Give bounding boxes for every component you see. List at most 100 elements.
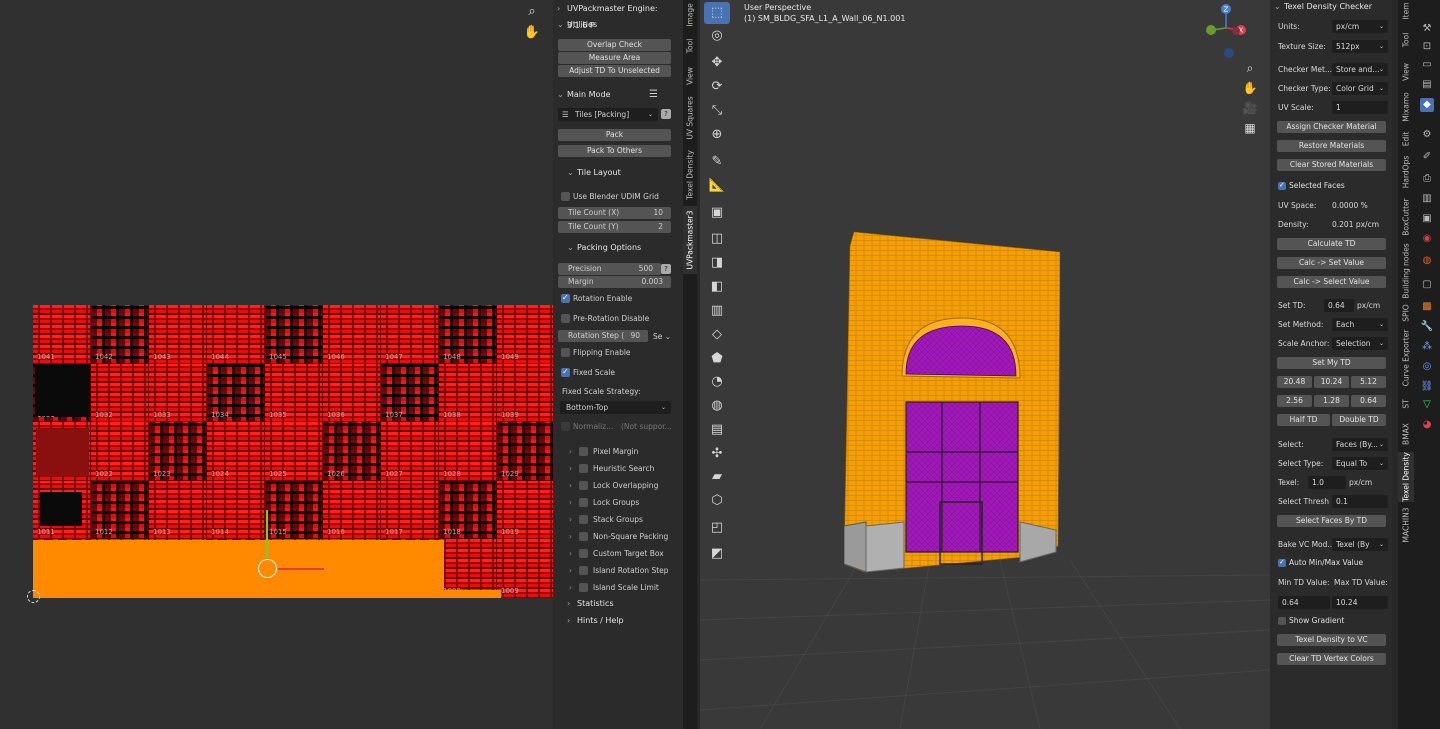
tab-hardops[interactable]: HardOps xyxy=(1398,153,1414,191)
subpanel-checkbox[interactable] xyxy=(579,549,588,558)
restore-materials-button[interactable]: Restore Materials xyxy=(1277,140,1386,152)
checker-method-select[interactable]: Store and... ⌄ xyxy=(1332,63,1388,76)
max-td-field[interactable]: 10.24 xyxy=(1332,596,1388,609)
camera-icon[interactable]: 🎥 xyxy=(1240,98,1260,118)
main-mode-header[interactable]: ⌄ Main Mode xyxy=(553,86,677,103)
bevel-tool-icon[interactable]: ◧ xyxy=(704,276,730,298)
measure-tool-icon[interactable]: 📐 xyxy=(704,175,730,197)
edge-slide-tool-icon[interactable]: ▤ xyxy=(704,419,730,441)
rotate-tool-icon[interactable]: ⟳ xyxy=(704,76,730,98)
particles-icon[interactable]: ⁂ xyxy=(1420,340,1434,354)
subpanel-island-scale-limit[interactable]: › Island Scale Limit xyxy=(569,582,659,594)
world-props-icon[interactable]: ◍ xyxy=(1420,254,1434,268)
uv-scale-field[interactable]: 1 xyxy=(1332,101,1388,114)
tab-tool[interactable]: Tool xyxy=(683,32,697,60)
rotation-enable-checkbox[interactable]: Rotation Enable xyxy=(561,292,632,305)
output-props-icon[interactable]: ▥ xyxy=(1420,192,1434,206)
checker-type-select[interactable]: Color Grid ⌄ xyxy=(1332,82,1388,95)
knife-tool-icon[interactable]: ◇ xyxy=(704,324,730,346)
subpanel-checkbox[interactable] xyxy=(579,532,588,541)
rip-tool-icon[interactable]: ⬡ xyxy=(704,490,730,512)
calc-set-value-button[interactable]: Calc -> Set Value xyxy=(1277,257,1386,269)
tab-uv-squares[interactable]: UV Squares xyxy=(683,92,697,144)
fixed-scale-checkbox[interactable]: Fixed Scale xyxy=(561,366,615,379)
zoom-icon[interactable]: ⌕ xyxy=(523,3,541,21)
subpanel-lock-overlapping[interactable]: › Lock Overlapping xyxy=(569,480,658,492)
tab-bmax[interactable]: BMAX xyxy=(1398,419,1414,449)
tab-view[interactable]: View xyxy=(683,62,697,90)
axis-gizmo[interactable]: Z X xyxy=(1200,2,1250,60)
subpanel-checkbox[interactable] xyxy=(579,583,588,592)
overlap-check-button[interactable]: Overlap Check xyxy=(558,39,671,51)
output-icon[interactable]: ▭ xyxy=(1420,58,1434,72)
tab-curve-exporter[interactable]: Curve Exporter xyxy=(1398,327,1414,389)
subpanel-custom-target-box[interactable]: › Custom Target Box xyxy=(569,548,664,560)
tab-machin3[interactable]: MACHIN3 xyxy=(1398,505,1414,545)
strategy-select[interactable]: Bottom-Top ⌄ xyxy=(560,401,671,414)
list-icon[interactable]: ☰ xyxy=(649,89,658,100)
tab-item[interactable]: Item xyxy=(1398,0,1414,22)
image-icon[interactable]: ▣ xyxy=(1420,212,1434,226)
3d-viewport[interactable]: ⬚ ◎ ✥ ⟳ ⤡ ⊕ ✎ 📐 ▣ ◫ ◨ ◧ ▥ ◇ ⬟ ◔ ◍ ▤ ✣ ▰ … xyxy=(700,0,1270,729)
hand-icon[interactable]: ✋ xyxy=(1240,78,1260,98)
smooth-tool-icon[interactable]: ◍ xyxy=(704,395,730,417)
selected-faces-checkbox[interactable]: Selected Faces xyxy=(1278,179,1345,192)
move-tool-icon[interactable]: ✥ xyxy=(704,52,730,74)
uv-island-detail[interactable] xyxy=(36,428,89,476)
tile-count-x-field[interactable]: Tile Count (X) 10 xyxy=(558,207,671,219)
subpanel-checkbox[interactable] xyxy=(579,481,588,490)
tab-image[interactable]: Image xyxy=(683,0,697,30)
normalize-checkbox[interactable]: Normaliz... xyxy=(561,421,613,433)
preset-0-64-button[interactable]: 0.64 xyxy=(1351,395,1386,407)
preset-2-56-button[interactable]: 2.56 xyxy=(1277,395,1312,407)
calc-select-value-button[interactable]: Calc -> Select Value xyxy=(1277,276,1386,288)
gizmo-y-axis[interactable] xyxy=(266,510,268,558)
spin-tool-icon[interactable]: ◔ xyxy=(704,371,730,393)
printer-icon[interactable]: ⎙ xyxy=(1420,172,1434,186)
cursor-tool-icon[interactable]: ◎ xyxy=(704,25,730,47)
packing-options-header[interactable]: ⌄ Packing Options xyxy=(563,239,687,256)
rotation-step-field[interactable]: Rotation Step (90 xyxy=(558,330,648,342)
pack-button[interactable]: Pack xyxy=(558,129,671,141)
preset-1-28-button[interactable]: 1.28 xyxy=(1314,395,1349,407)
hand-icon[interactable]: ✋ xyxy=(523,24,541,42)
uv-island-orange-strip[interactable] xyxy=(33,590,501,598)
bisect-tool-icon[interactable]: ◩ xyxy=(704,543,730,565)
utilities-header[interactable]: ⌄ Utilities xyxy=(553,16,677,33)
half-td-button[interactable]: Half TD xyxy=(1277,414,1330,426)
subpanel-checkbox[interactable] xyxy=(579,566,588,575)
hints-header[interactable]: › Hints / Help xyxy=(563,612,687,629)
brush-icon[interactable]: ✐ xyxy=(1420,150,1434,164)
subpanel-checkbox[interactable] xyxy=(579,498,588,507)
gizmo-x-axis[interactable] xyxy=(278,568,324,570)
gizmo-center[interactable] xyxy=(258,559,277,578)
select-mode-select[interactable]: Faces (By... ⌄ xyxy=(1332,438,1388,451)
td-to-vc-button[interactable]: Texel Density to VC xyxy=(1277,634,1386,646)
auto-minmax-checkbox[interactable]: Auto Min/Max Value xyxy=(1278,556,1363,569)
show-gradient-checkbox[interactable]: Show Gradient xyxy=(1278,615,1344,627)
clear-stored-button[interactable]: Clear Stored Materials xyxy=(1277,159,1386,171)
data-icon[interactable]: ▽ xyxy=(1420,398,1434,412)
flipping-checkbox[interactable]: Flipping Enable xyxy=(561,347,631,359)
tile-layout-header[interactable]: ⌄ Tile Layout xyxy=(563,164,687,181)
subpanel-non-square-packing[interactable]: › Non-Square Packing xyxy=(569,531,668,543)
mode-select[interactable]: ☰ Tiles [Packing] ⌄ xyxy=(558,108,658,121)
double-td-button[interactable]: Double TD xyxy=(1332,414,1386,426)
world-icon[interactable]: ⚙ xyxy=(1420,128,1434,142)
shear-tool-icon[interactable]: ▰ xyxy=(704,466,730,488)
building-mesh[interactable] xyxy=(844,226,1060,582)
subpanel-pixel-margin[interactable]: › Pixel Margin xyxy=(569,446,638,458)
render-icon[interactable]: ⊡ xyxy=(1420,40,1434,54)
material-icon[interactable]: ◕ xyxy=(1420,418,1434,432)
transform-tool-icon[interactable]: ⊕ xyxy=(704,124,730,146)
subpanel-heuristic-search[interactable]: › Heuristic Search xyxy=(569,463,654,475)
uvp-title[interactable]: › UVPackmaster Engine: 3.1.6 P xyxy=(553,0,677,30)
subpanel-island-rotation-step[interactable]: › Island Rotation Step xyxy=(569,565,669,577)
scale-tool-icon[interactable]: ⤡ xyxy=(704,100,730,122)
subpanel-checkbox[interactable] xyxy=(579,447,588,456)
tab-view[interactable]: View xyxy=(1398,58,1414,86)
subpanel-checkbox[interactable] xyxy=(579,464,588,473)
statistics-header[interactable]: › Statistics xyxy=(563,595,687,612)
tab-tool[interactable]: Tool xyxy=(1398,25,1414,55)
set-my-td-button[interactable]: Set My TD xyxy=(1277,357,1386,369)
